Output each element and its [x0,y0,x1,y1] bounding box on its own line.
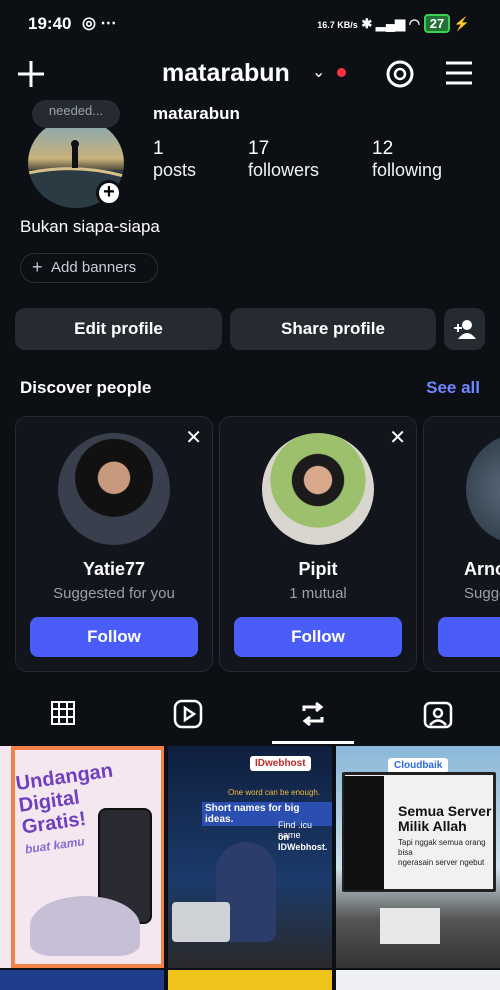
post-line: ngerasain server ngebut [398,858,485,867]
active-tab-indicator [272,741,354,744]
follow-button[interactable]: Follow [234,617,402,657]
post-brand: IDwebhost [250,756,311,771]
followers-count: 17 [248,138,270,159]
edit-profile-button[interactable]: Edit profile [15,308,222,350]
threads-icon[interactable] [384,58,416,90]
posts-count: 1 [153,138,164,159]
net-speed: 16.7 KB/s [317,20,358,30]
following-count: 12 [372,138,394,159]
create-icon[interactable] [16,59,46,89]
add-banners-button[interactable]: + Add banners [20,253,158,283]
add-person-button[interactable] [444,308,485,350]
suggestion-card[interactable]: Arno Sugge F [423,416,500,672]
reposts-tab-icon[interactable] [298,699,328,729]
reels-tab-icon[interactable] [173,699,203,729]
add-banners-label: Add banners [51,259,137,276]
share-profile-button[interactable]: Share profile [230,308,436,350]
followers-label: followers [248,160,320,180]
status-icons: 16.7 KB/s ✱ ▂▄▆ ◠ 27 ⚡ [317,14,470,33]
post-brand: Cloudbaik [388,758,449,773]
signal-icon: ▂▄▆ [375,16,406,31]
grid-post[interactable] [0,970,164,990]
grid-post[interactable]: Cloudbaik Semua Server Milik Allah Tapi … [336,746,500,968]
bluetooth-icon: ✱ [361,16,373,31]
close-icon[interactable]: ✕ [389,425,406,450]
server-rack [344,776,384,890]
post-text: Tapi nggak semua orang bisa ngerasain se… [398,838,492,868]
following-stat[interactable]: 12 following [372,138,442,181]
notification-dot [337,68,346,77]
post-line: Semua Server [398,803,492,819]
grid-tab-icon[interactable] [50,700,76,726]
grid-post[interactable]: IDwebhost One word can be enough. Short … [168,746,332,968]
grid-post[interactable] [336,970,500,990]
suggestion-subtitle: Suggested for you [53,585,175,602]
plus-icon: + [32,257,43,277]
whatsapp-icon: ◎ ⋯ [82,15,117,32]
post-text: Semua Server Milik Allah [398,804,491,834]
profile-tabs [0,690,500,744]
battery-icon: 27 [423,14,451,33]
suggestion-subtitle: Sugge [464,585,500,602]
charging-icon: ⚡ [453,16,470,31]
profile-name: matarabun [153,104,240,123]
add-story-icon[interactable]: + [96,180,122,206]
suggestion-subtitle: 1 mutual [289,585,347,602]
post-line: on IDWebhost. [278,832,328,852]
grid-post[interactable] [168,970,332,990]
suggestion-card[interactable]: ✕ Pipit 1 mutual Follow [219,416,417,672]
suggestion-card[interactable]: ✕ Yatie77 Suggested for you Follow [15,416,213,672]
bio: Bukan siapa-siapa [20,217,160,236]
status-time: 19:40 [28,14,72,33]
post-line: Milik Allah [398,818,467,834]
person-shape [30,896,140,956]
see-all-link[interactable]: See all [426,378,480,398]
username-switcher[interactable]: matarabun [162,59,290,88]
suggestion-name: Yatie77 [82,559,146,579]
grid-post[interactable]: Undangan Digital Gratis! buat kamu [0,746,164,968]
chevron-down-icon[interactable]: ⌄ [312,62,325,82]
menu-icon[interactable] [444,60,474,86]
wifi-icon: ◠ [408,16,421,31]
follow-button[interactable]: F [438,617,500,657]
avatar [262,433,374,545]
discover-title: Discover people [20,378,152,397]
following-label: following [372,160,443,180]
status-bar: 19:40 ◎ ⋯ 16.7 KB/s ✱ ▂▄▆ ◠ 27 ⚡ [0,0,500,48]
avatar [466,433,500,545]
tagged-tab-icon[interactable] [423,699,453,729]
avatar [58,433,170,545]
close-icon[interactable]: ✕ [185,425,202,450]
laptop-shape [172,902,230,942]
post-line: One word can be enough. [228,788,321,797]
follow-button[interactable]: Follow [30,617,198,657]
post-line: Tapi nggak semua orang bisa [398,838,486,857]
truck-shape [380,908,440,944]
suggestion-name: Pipit [298,559,338,579]
add-person-icon [453,320,476,339]
suggestion-name: Arno [464,559,500,579]
note-bubble[interactable]: needed... [32,100,120,128]
posts-stat[interactable]: 1 posts [153,138,196,181]
posts-label: posts [153,160,197,180]
followers-stat[interactable]: 17 followers [248,138,319,181]
